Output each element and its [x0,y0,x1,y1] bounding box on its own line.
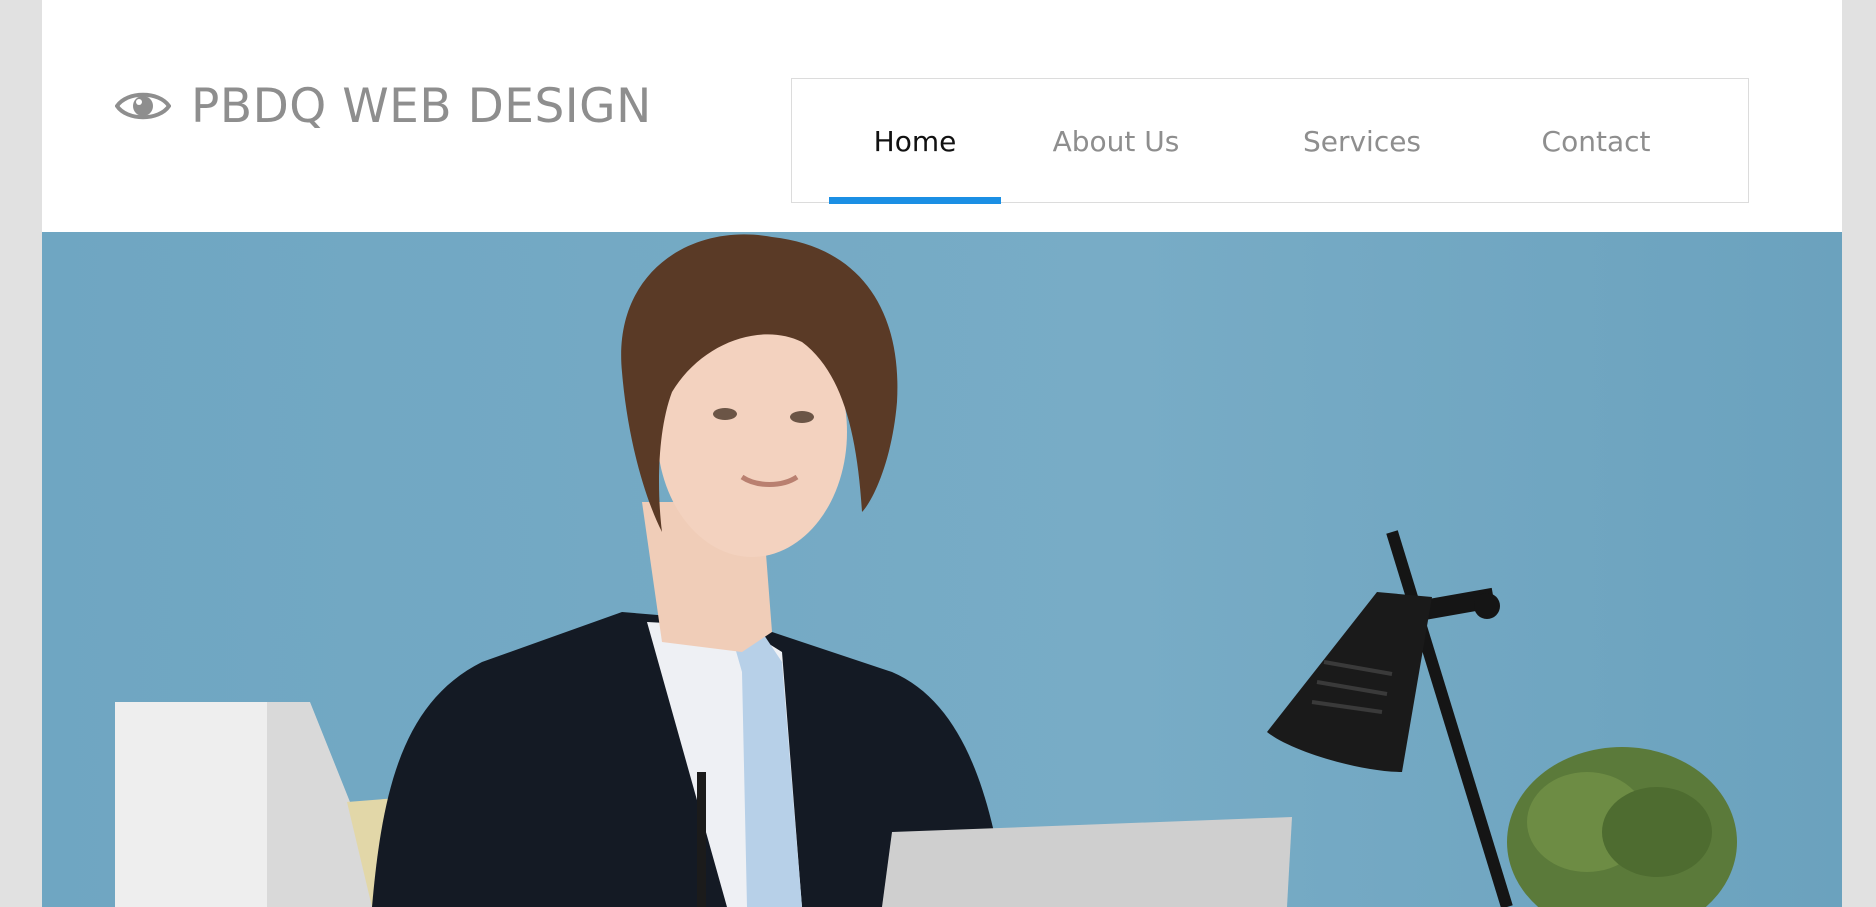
main-navigation: Home About Us Services Contact [791,78,1749,204]
laptop [882,817,1292,907]
eye-icon [115,92,171,120]
brand-name: PBDQ WEB DESIGN [191,78,652,134]
nav-item-about-us[interactable]: About Us [1030,79,1202,204]
page-frame: PBDQ WEB DESIGN Home About Us Services C… [42,0,1842,907]
hero-image [42,232,1842,907]
nav-item-contact[interactable]: Contact [1510,79,1682,204]
hero-banner [42,232,1842,907]
nav-item-home[interactable]: Home [829,79,1001,204]
site-header: PBDQ WEB DESIGN Home About Us Services C… [42,0,1842,232]
nav-item-services[interactable]: Services [1276,79,1448,204]
site-logo[interactable]: PBDQ WEB DESIGN [115,78,652,134]
